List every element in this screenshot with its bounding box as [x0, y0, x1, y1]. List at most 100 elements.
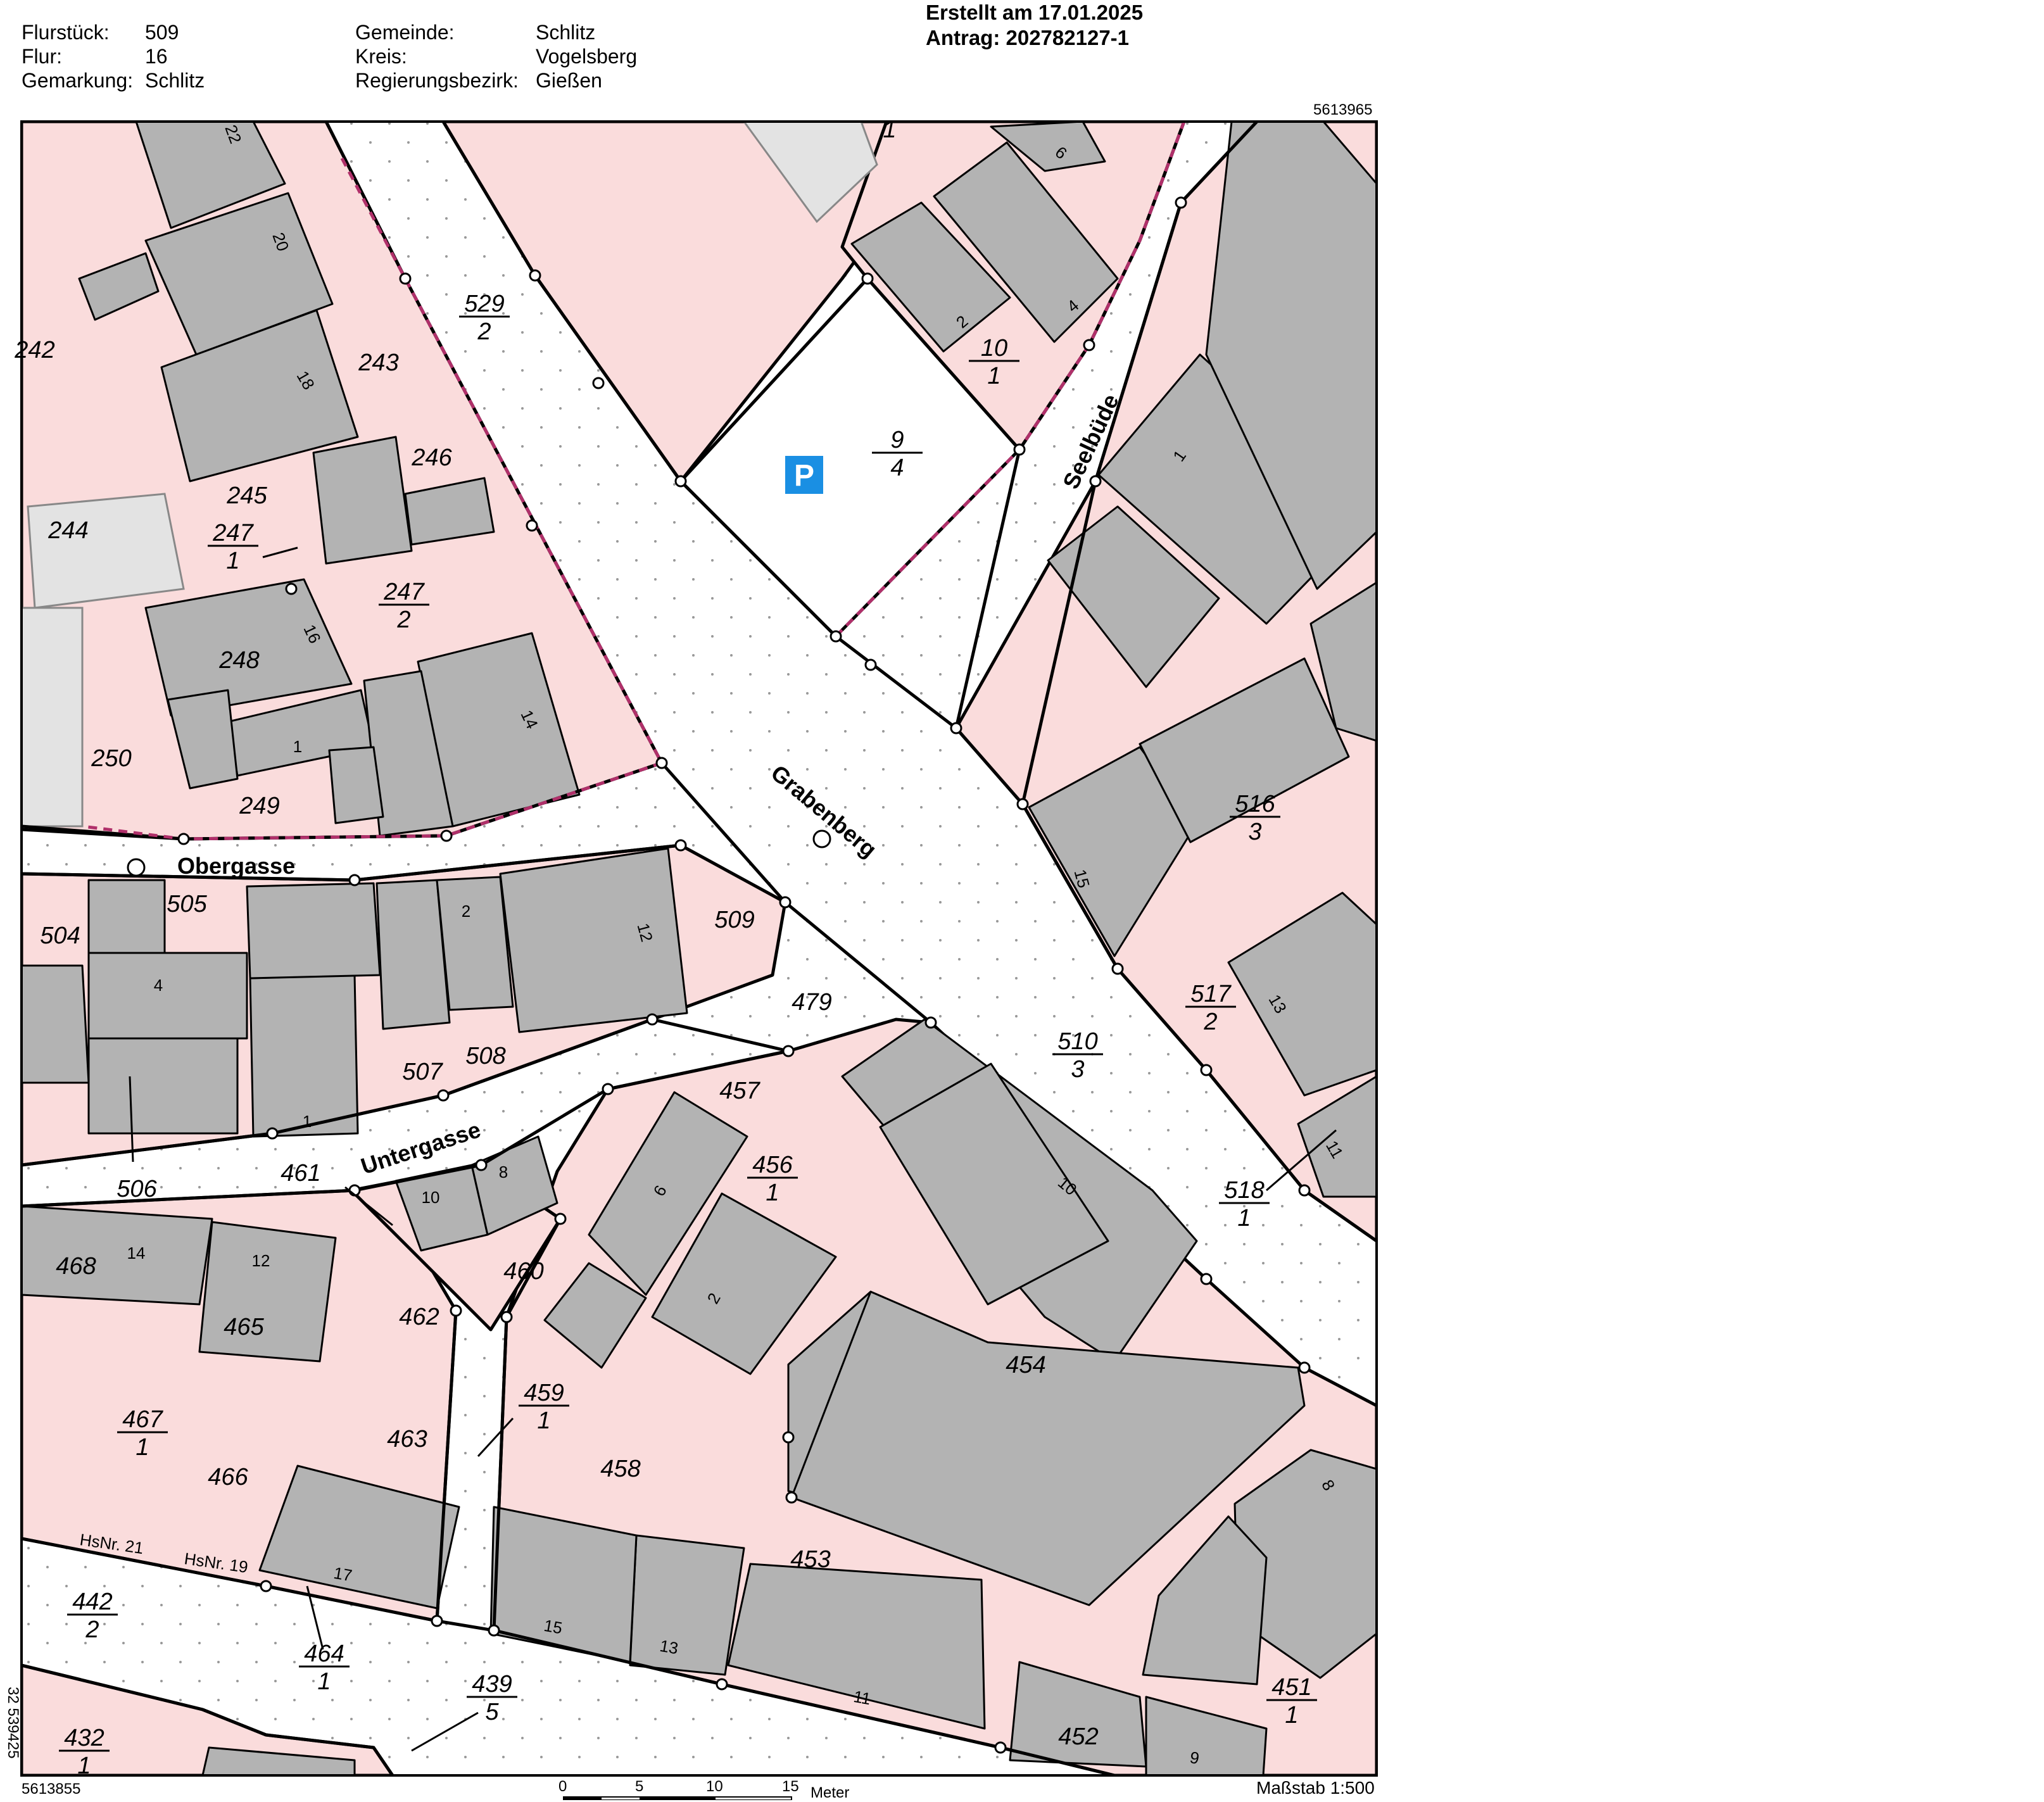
parcel-label-453: 453 [790, 1546, 830, 1573]
parcel-label-243: 243 [358, 350, 398, 376]
parcel-label-456-1: 456 [752, 1152, 793, 1178]
parcel-label-517-2: 517 [1190, 981, 1232, 1007]
building-12-mid [499, 847, 688, 1033]
parcel-label-248: 248 [218, 647, 259, 674]
scale-tick-0: 0 [558, 1778, 567, 1795]
parcel-label-505: 505 [167, 891, 207, 917]
parcel-label-den-517-2: 2 [1203, 1009, 1217, 1035]
light-building-250 [22, 607, 84, 828]
building-13-south [629, 1534, 745, 1676]
boundary-point [602, 1083, 614, 1095]
boundary-point [488, 1624, 500, 1637]
boundary-point [526, 519, 538, 532]
parcel-label-10-1: 10 [981, 335, 1007, 362]
parcel-label-458: 458 [600, 1456, 640, 1482]
boundary-point [177, 833, 190, 845]
house-number-label: 17 [332, 1563, 354, 1585]
building-14-sw [22, 1205, 213, 1306]
boundary-point [864, 658, 877, 671]
boundary-point [779, 896, 792, 909]
house-number-label: 12 [252, 1251, 270, 1270]
parcel-label-454: 454 [1006, 1352, 1045, 1378]
building-12-sw [198, 1221, 337, 1363]
parcel-label-den-247-2: 2 [396, 607, 410, 633]
parcel-label-468: 468 [56, 1253, 96, 1280]
scale-bar-seg [564, 1797, 602, 1800]
boundary-point [674, 839, 687, 852]
boundary-point [1175, 196, 1187, 209]
scale-unit: Meter [811, 1784, 850, 1801]
parcel-label-den-432-1: 1 [77, 1753, 91, 1779]
parcel-label-den-439-5: 5 [485, 1699, 499, 1725]
boundary-point [399, 272, 412, 285]
boundary-point [554, 1213, 567, 1225]
parcel-label-506: 506 [117, 1176, 157, 1202]
boundary-point [655, 757, 668, 769]
boundary-point [646, 1013, 659, 1026]
parcel-label-246: 246 [411, 444, 452, 471]
scale-ratio: Maßstab 1:500 [1256, 1778, 1375, 1798]
parcel-label-442-2: 442 [72, 1589, 112, 1615]
boundary-point [529, 269, 541, 282]
house-number-label: 13 [659, 1636, 680, 1658]
parcel-label-452: 452 [1058, 1723, 1098, 1750]
boundary-point [1298, 1184, 1311, 1197]
parcel-label-518-1: 518 [1224, 1177, 1264, 1204]
house-number-label: 1 [293, 737, 302, 756]
parcel-label-den-516-3: 3 [1248, 819, 1261, 845]
parcel-label-461: 461 [281, 1160, 320, 1187]
house-number-label: 1 [303, 1112, 312, 1131]
parcel-label-529: 529 [464, 291, 504, 317]
parcel-label-250: 250 [91, 745, 131, 772]
parcel-label-504: 504 [40, 923, 80, 949]
parcel-label-466: 466 [208, 1464, 248, 1490]
parcel-label-510-3: 510 [1057, 1028, 1097, 1055]
boundary-point [1013, 443, 1026, 456]
boundary-point [1200, 1273, 1213, 1285]
boundary-point [1200, 1064, 1213, 1076]
parcel-label-439-5: 439 [472, 1671, 512, 1698]
building-2-mid [436, 876, 514, 1011]
parcel-label-den-9-4: 4 [890, 455, 904, 481]
boundary-point [1016, 798, 1029, 810]
scale-bar-seg [640, 1797, 716, 1800]
boundary-point [1111, 962, 1124, 975]
parcel-label-457: 457 [719, 1078, 760, 1104]
boundary-point [924, 1016, 937, 1029]
parcel-label-465: 465 [224, 1314, 264, 1340]
scale-tick-10: 10 [706, 1778, 723, 1795]
scale-tick-15: 15 [782, 1778, 799, 1795]
boundary-point [440, 829, 453, 842]
parcel-label-460: 460 [503, 1258, 543, 1285]
parcel-label-den-451-1: 1 [1285, 1702, 1298, 1729]
building-506 [87, 1037, 239, 1135]
parcel-label-459-1: 459 [524, 1380, 564, 1406]
parcel-label-479: 479 [792, 989, 831, 1016]
house-number-label: 14 [127, 1244, 146, 1263]
boundary-point [674, 475, 687, 488]
boundary-point [592, 377, 605, 389]
parcel-label-244: 244 [47, 517, 88, 544]
boundary-point [437, 1089, 450, 1102]
boundary-point [782, 1045, 795, 1057]
house-number-label: 15 [543, 1616, 564, 1638]
boundary-point [260, 1580, 272, 1592]
boundary-point [716, 1678, 728, 1691]
boundary-point [950, 722, 962, 734]
parking-icon-letter: P [794, 459, 814, 493]
building-mid-top [246, 882, 381, 980]
boundary-point [782, 1431, 795, 1444]
boundary-point [431, 1615, 443, 1627]
cadastral-map: P Obergasse Untergasse Grabenberg Seelbü… [14, 117, 1378, 1800]
parcel-label-den-459-1: 1 [537, 1408, 550, 1434]
building-504 [22, 964, 90, 1084]
survey-marker-grabenberg [812, 829, 831, 848]
parcel-label-516-3: 516 [1235, 791, 1275, 817]
boundary-point [285, 583, 298, 595]
parcel-label-508: 508 [465, 1043, 505, 1069]
parcel-label-den-442-2: 2 [85, 1616, 99, 1643]
parcel-label-9-4: 9 [890, 427, 904, 453]
parcel-label-247-2: 247 [383, 579, 425, 605]
parcel-label-den-510-3: 3 [1071, 1056, 1084, 1083]
scale-bar [563, 1796, 792, 1800]
